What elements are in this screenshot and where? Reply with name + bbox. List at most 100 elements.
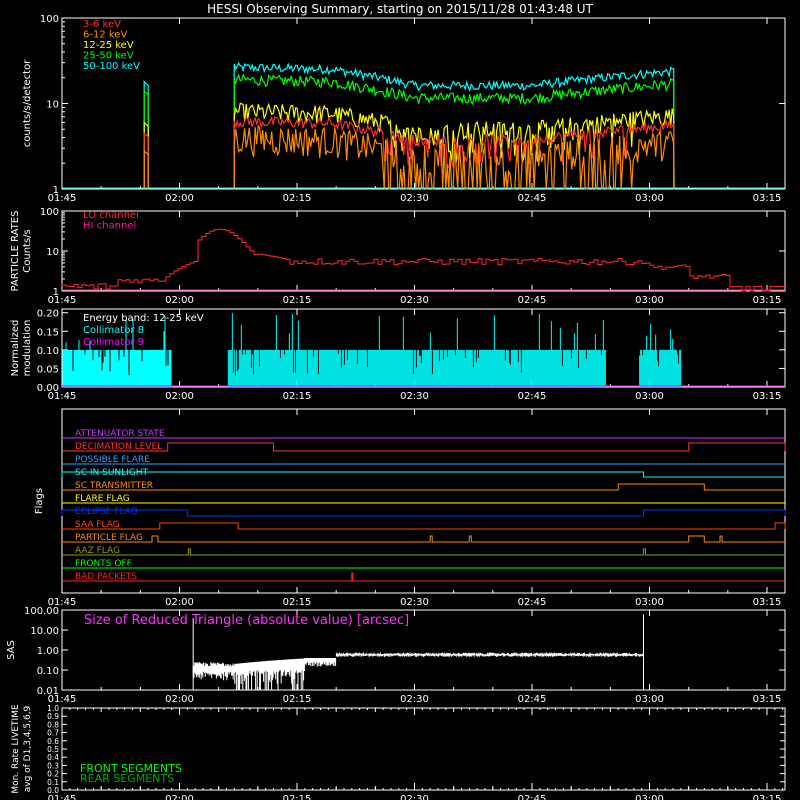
flag-label: ECLIPSE FLAG	[75, 507, 138, 517]
livetime-panel-time-label: 03:15	[753, 794, 782, 800]
particle-panel-time-label: 02:30	[400, 295, 429, 306]
series-LO-channel	[61, 228, 786, 292]
counts-panel-time-label: 03:00	[635, 193, 664, 204]
sas-panel-ytick-label: 1.00	[37, 646, 59, 657]
sas-panel-ytick-label: 10.00	[30, 626, 59, 637]
counts-legend-item: 3-6 keV	[83, 19, 121, 30]
sas-panel-time-label: 02:00	[165, 694, 194, 705]
particle-panel-frame	[61, 210, 786, 292]
modulation-panel-time-label: 02:15	[283, 391, 312, 402]
sas-panel-time-label: 03:00	[635, 694, 664, 705]
livetime-ytick-label: 0.1	[47, 778, 59, 787]
livetime-ytick-label: 0.0	[47, 786, 59, 795]
counts-panel-ytick-label: 1	[53, 185, 59, 196]
counts-legend-item: 12-25 keV	[83, 40, 134, 51]
livetime-panel-time-label: 02:00	[165, 794, 194, 800]
particle-panel-ytick-label: 10	[46, 247, 59, 258]
flags-panel-frame	[61, 408, 786, 594]
livetime-panel-time-label: 02:30	[400, 794, 429, 800]
flag-label: POSSIBLE FLARE	[75, 455, 150, 465]
flag-line	[62, 548, 785, 556]
flag-label: PARTICLE FLAG	[75, 533, 143, 543]
particle-panel-ytick-label: 1	[53, 287, 59, 298]
flags-panel-time-label: 02:00	[165, 597, 194, 608]
flag-label: SAA FLAG	[75, 520, 120, 530]
modulation-legend-item: Collimator 8	[83, 325, 144, 336]
flag-line	[62, 535, 785, 543]
particle-legend-item: LO channel	[83, 210, 139, 221]
flags-panel-time-label: 02:45	[518, 597, 547, 608]
particle-ylabel2: Counts/s	[22, 229, 33, 273]
chart-title: HESSI Observing Summary, starting on 201…	[207, 2, 593, 16]
sas-panel-ytick-label: 0.01	[37, 686, 59, 697]
livetime-ytick-label: 0.2	[47, 770, 59, 779]
livetime-ytick-label: 0.8	[47, 720, 59, 729]
flags-panel-time-label: 03:00	[635, 597, 664, 608]
modulation-ylabel2: modulation	[22, 320, 33, 377]
flag-label: FRONTS OFF	[75, 559, 132, 569]
counts-panel-ytick-label: 10	[46, 100, 59, 111]
livetime-panel-time-label: 03:00	[635, 794, 664, 800]
livetime-ytick-label: 0.7	[47, 729, 59, 738]
flag-label: SC TRANSMITTER	[75, 481, 153, 491]
livetime-ytick-label: 0.5	[47, 745, 59, 754]
series-sas-triangle	[192, 652, 644, 690]
sas-panel-time-label: 03:15	[753, 694, 782, 705]
livetime-legend-item: REAR SEGMENTS	[80, 772, 174, 785]
particle-panel-time-label: 02:45	[518, 295, 547, 306]
sas-ylabel: SAS	[6, 640, 17, 660]
flags-panel-time-label: 03:15	[753, 597, 782, 608]
flag-label: DECIMATION LEVEL	[75, 442, 162, 452]
counts-legend-item: 25-50 keV	[83, 51, 134, 62]
flag-label: AAZ FLAG	[75, 546, 120, 556]
flag-label: BAD PACKETS	[75, 572, 137, 582]
flag-line	[62, 522, 786, 530]
flag-line	[61, 471, 785, 478]
axes-layer	[61, 17, 786, 791]
modulation-panel-ytick-label: 0.20	[37, 309, 59, 320]
particle-ylabel1: PARTICLE RATES	[10, 211, 21, 292]
livetime-panel-time-label: 02:45	[518, 794, 547, 800]
modulation-legend-item: Energy band: 12-25 keV	[83, 313, 204, 324]
sas-panel-time-label: 02:15	[283, 694, 312, 705]
modulation-panel-time-label: 02:30	[400, 391, 429, 402]
counts-legend-item: 50-100 keV	[83, 61, 140, 72]
livetime-panel-time-label: 02:15	[283, 794, 312, 800]
particle-panel-time-label: 02:15	[283, 295, 312, 306]
livetime-ytick-label: 0.3	[47, 761, 59, 770]
livetime-ylabel1: Mon. Rate LIVETIME	[11, 704, 21, 794]
counts-ylabel: counts/s/detector	[22, 59, 33, 147]
particle-legend-item: HI channel	[83, 221, 136, 232]
sas-panel-ytick-label: 100.00	[24, 606, 59, 617]
modulation-panel-time-label: 02:00	[165, 391, 194, 402]
sas-panel-ytick-label: 0.10	[37, 666, 59, 677]
counts-panel-time-label: 03:15	[753, 193, 782, 204]
particle-panel-ytick-label: 100	[40, 207, 59, 218]
livetime-ylabel2: avg of D1,3,4,5,6,9	[23, 705, 33, 792]
flag-line	[62, 483, 785, 491]
modulation-panel-ytick-label: 0.15	[37, 327, 59, 338]
modulation-panel-ytick-label: 0.05	[37, 364, 59, 375]
modulation-ylabel1: Normalized	[10, 320, 21, 377]
counts-panel-time-label: 02:15	[283, 193, 312, 204]
modulation-panel-ytick-label: 0.10	[37, 346, 59, 357]
counts-legend-item: 6-12 keV	[83, 30, 127, 41]
flag-line	[62, 572, 785, 582]
flags-ylabel: Flags	[34, 488, 45, 514]
counts-panel-time-label: 02:30	[400, 193, 429, 204]
sas-panel-time-label: 02:30	[400, 694, 429, 705]
livetime-ytick-label: 0.6	[47, 737, 59, 746]
modulation-panel-time-label: 02:45	[518, 391, 547, 402]
hessi-summary-chart: HESSI Observing Summary, starting on 201…	[6, 2, 786, 800]
flag-label: SC IN SUNLIGHT	[75, 468, 149, 478]
sas-panel-time-label: 02:45	[518, 694, 547, 705]
counts-panel-time-label: 02:00	[165, 193, 194, 204]
flag-label: ATTENUATOR STATE	[75, 429, 165, 439]
particle-panel-time-label: 02:00	[165, 295, 194, 306]
data-layer	[61, 61, 786, 690]
livetime-ytick-label: 1.0	[47, 704, 59, 713]
livetime-ytick-label: 0.4	[47, 753, 59, 762]
particle-panel-time-label: 03:00	[635, 295, 664, 306]
flags-panel-time-label: 02:15	[283, 597, 312, 608]
particle-panel-time-label: 03:15	[753, 295, 782, 306]
